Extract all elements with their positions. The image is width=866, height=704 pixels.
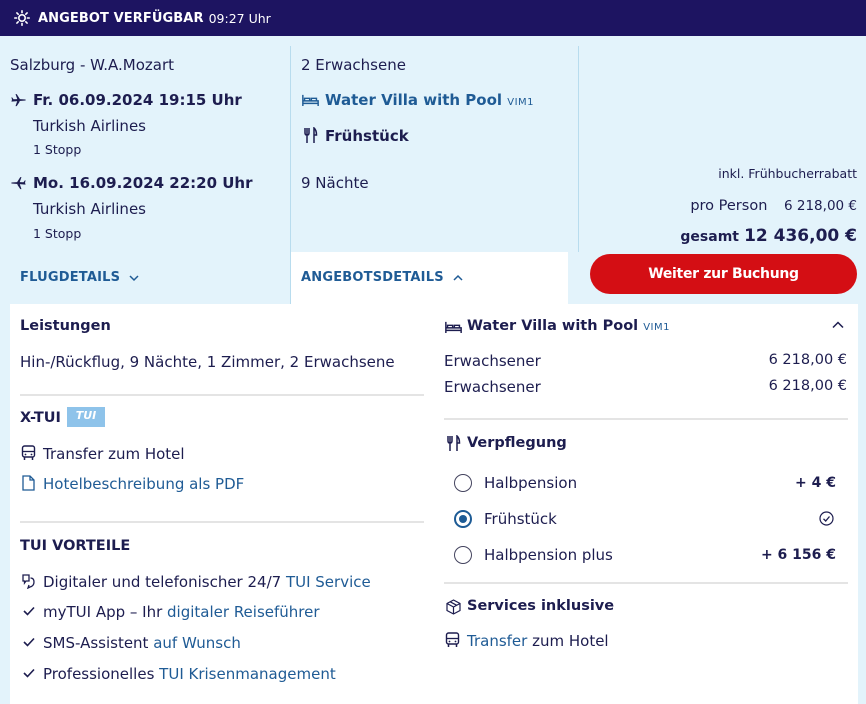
person-label: Erwachsener (444, 378, 541, 396)
benefit-item: SMS-Assistent auf Wunsch (43, 634, 241, 652)
room-section-title-text: Water Villa with Pool (467, 318, 639, 334)
check-icon (23, 668, 35, 678)
outbound-airline: Turkish Airlines (33, 117, 146, 135)
price-per-person-value: 6 218,00 € (784, 198, 857, 214)
xtui-logo: TUI (67, 407, 105, 427)
continue-booking-button[interactable]: Weiter zur Buchung (590, 254, 857, 294)
column-divider (578, 46, 579, 252)
benefit-text: Professionelles (43, 665, 160, 683)
chevron-up-icon[interactable] (832, 321, 844, 329)
person-price: 6 218,00 € (768, 378, 847, 394)
xtui-title: X-TUI (20, 410, 61, 426)
board-option-price: + 6 156 € (760, 547, 836, 563)
board-option-label[interactable]: Halbpension (484, 474, 577, 492)
room-code: VIM1 (507, 97, 535, 108)
price-total-value: 12 436,00 € (744, 226, 857, 246)
cutlery-icon (447, 435, 461, 451)
flight-details-label: FLUGDETAILS (20, 270, 121, 285)
divider (20, 394, 424, 396)
benefit-item: Professionelles TUI Krisenmanagement (43, 665, 336, 683)
divider (20, 521, 424, 523)
cutlery-icon (304, 127, 318, 143)
benefit-text: SMS-Assistent (43, 634, 154, 652)
room-section-title: Water Villa with Pool VIM1 (467, 318, 670, 334)
benefit-link[interactable]: digitaler Reiseführer (167, 603, 320, 621)
check-icon (23, 606, 35, 616)
xtui-badge-text: TUI (75, 409, 97, 422)
sun-icon (14, 10, 30, 26)
benefit-text: Digitaler und telefonischer 24/7 (43, 573, 286, 591)
banner-time: 09:27 Uhr (208, 10, 271, 26)
benefit-link[interactable]: TUI Krisenmanagement (159, 665, 336, 683)
benefit-item: myTUI App – Ihr digitaler Reiseführer (43, 603, 320, 621)
bed-icon (302, 94, 319, 106)
divider (444, 418, 848, 420)
benefit-link[interactable]: auf Wunsch (153, 634, 241, 652)
price-per-person: pro Person 6 218,00 € (690, 198, 857, 214)
services-text: Hin-/Rückflug, 9 Nächte, 1 Zimmer, 2 Erw… (20, 353, 395, 371)
document-icon (22, 475, 35, 491)
person-price: 6 218,00 € (768, 352, 847, 368)
plane-depart-icon (11, 94, 26, 107)
board-section-title: Verpflegung (467, 435, 567, 451)
discount-note: inkl. Frühbucherrabatt (718, 166, 857, 181)
bus-icon (445, 632, 460, 647)
board-option-radio[interactable] (454, 546, 472, 564)
check-icon (23, 637, 35, 647)
travellers: 2 Erwachsene (301, 56, 406, 74)
chevron-up-icon (452, 274, 463, 281)
board-option-radio[interactable] (454, 474, 472, 492)
benefit-text: myTUI App – Ihr (43, 603, 168, 621)
check-circle-icon (819, 511, 834, 526)
benefit-link[interactable]: TUI Service (286, 573, 371, 591)
bed-icon (445, 321, 462, 333)
nights: 9 Nächte (301, 174, 369, 192)
offer-details-label: ANGEBOTSDETAILS (301, 270, 444, 285)
board-option-price: + 4 € (795, 475, 836, 491)
offer-details-toggle[interactable]: ANGEBOTSDETAILS (301, 270, 463, 285)
included-transfer-link[interactable]: Transfer (467, 632, 527, 650)
board-option-radio[interactable] (454, 510, 472, 528)
price-total-label: gesamt (680, 229, 739, 245)
included-transfer-text: zum Hotel (527, 632, 609, 650)
person-label: Erwachsener (444, 352, 541, 370)
services-title: Leistungen (20, 318, 111, 334)
outbound-date: Fr. 06.09.2024 19:15 Uhr (33, 91, 242, 109)
room-section-code: VIM1 (643, 322, 670, 333)
plane-return-icon (11, 177, 26, 190)
chevron-down-icon (129, 274, 139, 281)
benefit-item: Digitaler und telefonischer 24/7 TUI Ser… (43, 573, 371, 591)
package-icon (446, 599, 461, 615)
inbound-date: Mo. 16.09.2024 22:20 Uhr (33, 174, 253, 192)
included-services-title: Services inklusive (467, 598, 615, 614)
inbound-stops: 1 Stopp (33, 226, 82, 241)
benefits-title: TUI VORTEILE (20, 538, 131, 554)
flight-details-toggle[interactable]: FLUGDETAILS (20, 270, 139, 285)
transfer-text: Transfer zum Hotel (43, 445, 185, 463)
price-per-person-label: pro Person (690, 198, 768, 214)
room-name: Water Villa with Pool VIM1 (325, 91, 534, 109)
outbound-stops: 1 Stopp (33, 142, 82, 157)
board-option-label[interactable]: Frühstück (484, 510, 557, 528)
bus-icon (21, 445, 36, 460)
hotel-pdf-link[interactable]: Hotelbeschreibung als PDF (43, 475, 244, 493)
board-type: Frühstück (325, 127, 409, 145)
board-option-label[interactable]: Halbpension plus (484, 546, 613, 564)
departure-airport: Salzburg - W.A.Mozart (10, 56, 175, 74)
phone-service-icon (22, 574, 35, 589)
price-total: gesamt 12 436,00 € (680, 226, 857, 246)
offer-available-banner: ANGEBOT VERFÜGBAR 09:27 Uhr (0, 0, 866, 36)
inbound-airline: Turkish Airlines (33, 200, 146, 218)
banner-title: ANGEBOT VERFÜGBAR (38, 10, 204, 26)
included-transfer: Transfer zum Hotel (467, 632, 609, 650)
divider (444, 582, 848, 584)
room-name-text: Water Villa with Pool (325, 91, 503, 109)
